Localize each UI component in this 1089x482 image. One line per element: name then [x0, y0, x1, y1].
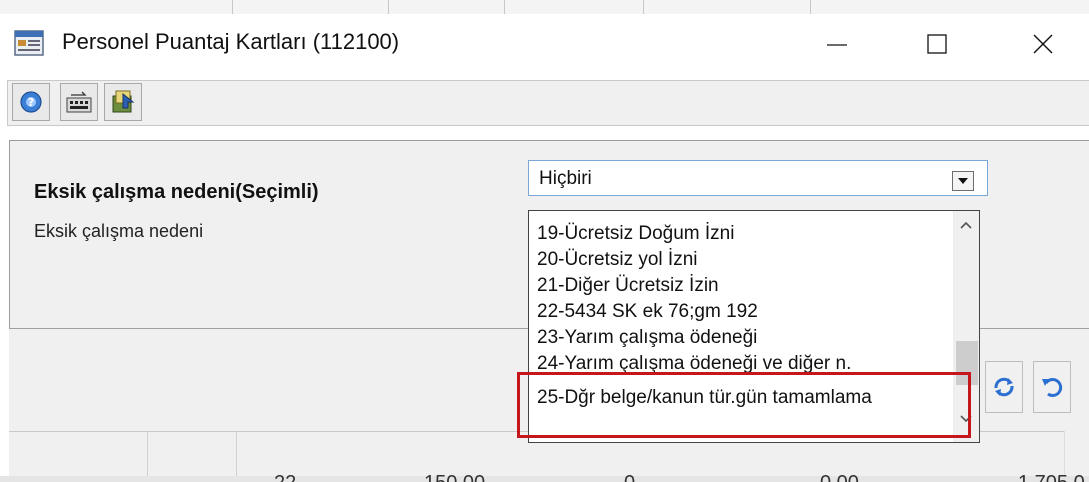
help-icon: ? [20, 91, 42, 113]
dropdown-option[interactable]: 22-5434 SK ek 76;gm 192 [537, 299, 758, 325]
status-divider [236, 432, 237, 477]
help-button[interactable]: ? [12, 83, 50, 121]
field-label: Eksik çalışma nedeni [34, 221, 204, 241]
background-app-strip [0, 0, 1089, 15]
calculator-button[interactable] [60, 83, 98, 121]
svg-text:?: ? [28, 96, 34, 109]
title-bar[interactable]: Personel Puantaj Kartları (112100) [0, 14, 1089, 74]
window-title: Personel Puantaj Kartları (112100) [62, 29, 400, 54]
combobox-dropdown-button[interactable] [952, 171, 974, 191]
refresh-button[interactable] [985, 361, 1023, 413]
background-column-divider [810, 0, 811, 14]
close-button[interactable] [1012, 14, 1074, 74]
minimize-button[interactable] [806, 14, 868, 74]
background-cell: 0,00 [820, 472, 859, 482]
dropdown-option[interactable]: 19-Ücretsiz Doğum İzni [537, 221, 734, 247]
background-cell: 22 [274, 472, 296, 482]
refresh-icon [994, 377, 1014, 397]
undo-icon [1042, 378, 1063, 397]
reason-combobox[interactable]: Hiçbiri [528, 160, 988, 196]
calculator-icon [66, 91, 92, 113]
highlight-annotation-box [517, 372, 971, 438]
maximize-icon [927, 34, 947, 54]
minimize-icon [827, 44, 847, 46]
selection-field-label: Eksik çalışma nedeni(Seçimli) [34, 181, 319, 203]
background-column-divider [504, 0, 505, 14]
dropdown-option[interactable]: 23-Yarım çalışma ödeneği [537, 325, 757, 351]
chevron-down-icon [958, 178, 968, 184]
export-button[interactable] [104, 83, 142, 121]
background-column-divider [643, 0, 644, 14]
maximize-button[interactable] [906, 14, 968, 74]
background-cell: 150,00 [424, 472, 485, 482]
scroll-up-icon[interactable] [959, 217, 973, 235]
toolbar: ? [7, 80, 1089, 126]
combobox-value: Hiçbiri [539, 168, 592, 189]
background-cell: 1.705,0 [1018, 472, 1085, 482]
calendar-card-icon [14, 30, 44, 56]
background-cell: 0 [624, 472, 635, 482]
background-column-divider [232, 0, 233, 14]
export-icon [112, 90, 135, 113]
dropdown-option[interactable]: 21-Diğer Ücretsiz İzin [537, 273, 719, 299]
status-divider [147, 432, 148, 477]
dropdown-option[interactable]: 20-Ücretsiz yol İzni [537, 247, 698, 273]
dialog-window: Personel Puantaj Kartları (112100) ? Eks… [0, 14, 1089, 482]
background-grid-row [0, 476, 1089, 482]
close-icon [1033, 34, 1053, 54]
background-column-divider [388, 0, 389, 14]
undo-button[interactable] [1033, 361, 1071, 413]
